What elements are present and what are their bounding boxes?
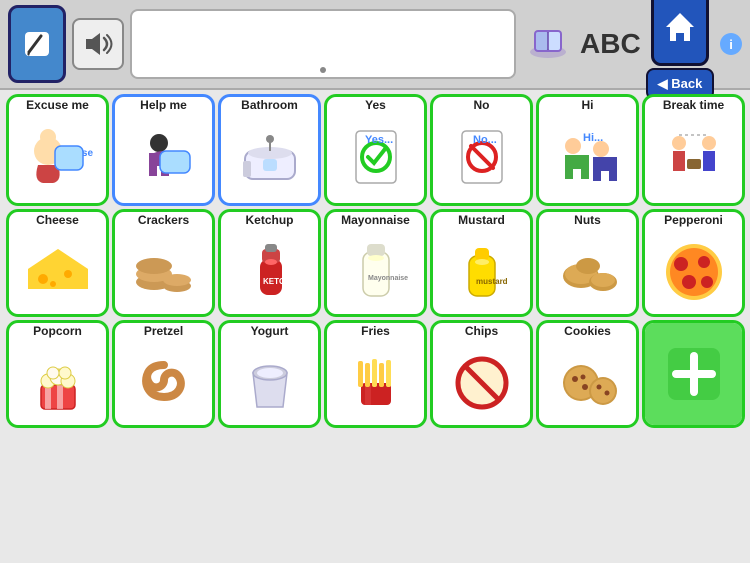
card-mayonnaise[interactable]: Mayonnaise Mayonnaise bbox=[324, 209, 427, 317]
grid-row-1: Excuse meExcuseMe!Help meHelpMe...Bathro… bbox=[6, 94, 744, 206]
svg-text:Hi...: Hi... bbox=[583, 132, 603, 144]
card-image-excuse-me: ExcuseMe! bbox=[9, 112, 106, 203]
card-hi[interactable]: Hi Hi... bbox=[536, 94, 639, 206]
home-back-group: ◀ Back bbox=[646, 0, 714, 100]
card-image-popcorn bbox=[9, 338, 106, 425]
card-cookies[interactable]: Cookies bbox=[536, 320, 639, 428]
card-crackers[interactable]: Crackers bbox=[112, 209, 215, 317]
card-ketchup[interactable]: Ketchup KETCHUP bbox=[218, 209, 321, 317]
add-cross bbox=[645, 323, 742, 425]
card-label-bathroom: Bathroom bbox=[221, 97, 318, 112]
card-label-crackers: Crackers bbox=[115, 212, 212, 227]
card-image-nuts bbox=[539, 227, 636, 314]
grid-row-2: CheeseCrackersKetchupKETCHUPMayonnaiseMa… bbox=[6, 209, 744, 317]
card-break-time[interactable]: Break time bbox=[642, 94, 745, 206]
card-pretzel[interactable]: Pretzel bbox=[112, 320, 215, 428]
card-image-yes: Yes... bbox=[327, 112, 424, 203]
card-image-crackers bbox=[115, 227, 212, 314]
abc-label: ABC bbox=[580, 28, 640, 60]
card-image-chips bbox=[433, 338, 530, 425]
text-display-area bbox=[130, 9, 516, 79]
card-image-fries bbox=[327, 338, 424, 425]
card-image-hi: Hi... bbox=[539, 112, 636, 203]
card-image-mustard: mustard bbox=[433, 227, 530, 314]
info-button[interactable]: i bbox=[720, 33, 742, 55]
card-label-break-time: Break time bbox=[645, 97, 742, 112]
edit-button[interactable] bbox=[8, 5, 66, 83]
card-label-chips: Chips bbox=[433, 323, 530, 338]
card-image-ketchup: KETCHUP bbox=[221, 227, 318, 314]
card-label-mustard: Mustard bbox=[433, 212, 530, 227]
card-image-pepperoni bbox=[645, 227, 742, 314]
grid-row-3: Popcorn Pretzel Yogurt Fries Chips Cookies bbox=[6, 320, 744, 428]
card-label-yogurt: Yogurt bbox=[221, 323, 318, 338]
card-yogurt[interactable]: Yogurt bbox=[218, 320, 321, 428]
card-label-popcorn: Popcorn bbox=[9, 323, 106, 338]
card-yes[interactable]: Yes Yes... bbox=[324, 94, 427, 206]
svg-text:KETCHUP: KETCHUP bbox=[263, 277, 302, 286]
card-label-cheese: Cheese bbox=[9, 212, 106, 227]
card-label-excuse-me: Excuse me bbox=[9, 97, 106, 112]
card-excuse-me[interactable]: Excuse meExcuseMe! bbox=[6, 94, 109, 206]
svg-text:mustard: mustard bbox=[476, 277, 508, 286]
card-label-fries: Fries bbox=[327, 323, 424, 338]
card-label-mayonnaise: Mayonnaise bbox=[327, 212, 424, 227]
card-bathroom[interactable]: Bathroom bbox=[218, 94, 321, 206]
card-image-no: No... bbox=[433, 112, 530, 203]
home-button[interactable] bbox=[651, 0, 709, 66]
card-image-help-me: HelpMe... bbox=[115, 112, 212, 203]
card-label-yes: Yes bbox=[327, 97, 424, 112]
card-image-cheese bbox=[9, 227, 106, 314]
book-icon bbox=[522, 18, 574, 70]
back-label: ◀ Back bbox=[658, 76, 703, 92]
card-pepperoni[interactable]: Pepperoni bbox=[642, 209, 745, 317]
svg-text:Yes...: Yes... bbox=[365, 134, 393, 146]
card-label-nuts: Nuts bbox=[539, 212, 636, 227]
card-cheese[interactable]: Cheese bbox=[6, 209, 109, 317]
svg-text:No...: No... bbox=[473, 134, 497, 146]
info-label: i bbox=[729, 37, 733, 52]
card-image-yogurt bbox=[221, 338, 318, 425]
card-image-cookies bbox=[539, 338, 636, 425]
card-label-cookies: Cookies bbox=[539, 323, 636, 338]
card-label-no: No bbox=[433, 97, 530, 112]
card-mustard[interactable]: Mustard mustard bbox=[430, 209, 533, 317]
card-popcorn[interactable]: Popcorn bbox=[6, 320, 109, 428]
card-chips[interactable]: Chips bbox=[430, 320, 533, 428]
speaker-button[interactable] bbox=[72, 18, 124, 70]
card-label-pretzel: Pretzel bbox=[115, 323, 212, 338]
card-nuts[interactable]: Nuts bbox=[536, 209, 639, 317]
card-label-pepperoni: Pepperoni bbox=[645, 212, 742, 227]
top-bar: ABC ◀ Back i bbox=[0, 0, 750, 90]
card-image-pretzel bbox=[115, 338, 212, 425]
card-label-help-me: Help me bbox=[115, 97, 212, 112]
card-image-bathroom bbox=[221, 112, 318, 203]
symbol-grid: Excuse meExcuseMe!Help meHelpMe...Bathro… bbox=[0, 90, 750, 432]
card-add[interactable] bbox=[642, 320, 745, 428]
card-image-mayonnaise: Mayonnaise bbox=[327, 227, 424, 314]
card-no[interactable]: No No... bbox=[430, 94, 533, 206]
text-cursor bbox=[320, 67, 326, 73]
card-image-break-time bbox=[645, 112, 742, 203]
card-label-hi: Hi bbox=[539, 97, 636, 112]
card-fries[interactable]: Fries bbox=[324, 320, 427, 428]
svg-text:Mayonnaise: Mayonnaise bbox=[368, 275, 408, 282]
card-help-me[interactable]: Help meHelpMe... bbox=[112, 94, 215, 206]
card-label-ketchup: Ketchup bbox=[221, 212, 318, 227]
